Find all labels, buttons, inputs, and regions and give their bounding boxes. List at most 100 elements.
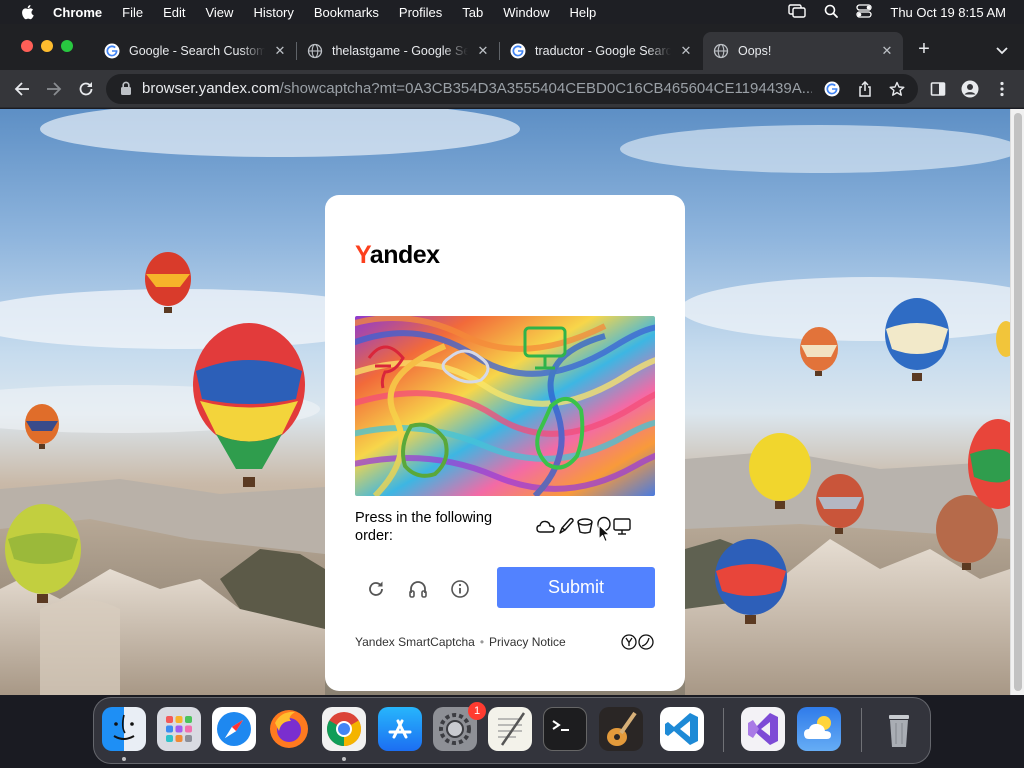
tab-oops-active[interactable]: Oops! ✕: [703, 32, 903, 70]
apple-icon[interactable]: [17, 4, 37, 20]
tab-strip: Google - Search Custom ✕ thelastgame - G…: [0, 24, 1024, 70]
menu-tab[interactable]: Tab: [462, 5, 483, 20]
macos-dock: [93, 697, 931, 764]
screen-mirroring-icon[interactable]: [788, 3, 807, 21]
captcha-footer: Yandex SmartCaptcha • Privacy Notice: [355, 635, 566, 649]
headphones-icon: [409, 581, 427, 598]
menu-edit[interactable]: Edit: [163, 5, 185, 20]
finder-icon[interactable]: [102, 707, 146, 751]
tab-close-icon[interactable]: ✕: [879, 43, 895, 59]
spotlight-search-icon[interactable]: [824, 4, 839, 21]
pencil-icon: [559, 517, 574, 534]
info-icon: [451, 580, 469, 598]
tab-title: thelastgame - Google Search: [332, 44, 468, 58]
tab-thelastgame[interactable]: thelastgame - Google Search ✕: [297, 32, 500, 70]
reload-button[interactable]: [76, 79, 96, 99]
tab-title: Google - Search Custom: [129, 44, 265, 58]
menu-file[interactable]: File: [122, 5, 143, 20]
launchpad-icon[interactable]: [157, 707, 201, 751]
footer-separator: •: [479, 635, 485, 649]
globe-icon: [307, 43, 323, 59]
mouse-cursor-icon: [598, 524, 611, 543]
tab-title: traductor - Google Search: [535, 44, 671, 58]
dock-separator: [861, 708, 862, 752]
smartcaptcha-brand-link[interactable]: Yandex SmartCaptcha: [355, 635, 475, 649]
share-icon[interactable]: [857, 81, 873, 97]
vscode-icon[interactable]: [660, 707, 704, 751]
captcha-image-canvas[interactable]: [355, 316, 655, 496]
dock-separator: [723, 708, 724, 752]
yandex-cloud-logos: [621, 634, 654, 650]
app-store-icon[interactable]: [378, 707, 422, 751]
forward-button[interactable]: [44, 79, 64, 99]
window-zoom-button[interactable]: [61, 40, 73, 52]
page-viewport: Yandex Press in the following order: Sub…: [0, 109, 1024, 695]
tab-close-icon[interactable]: ✕: [272, 43, 288, 59]
scrollbar-thumb[interactable]: [1014, 113, 1022, 691]
menu-profiles[interactable]: Profiles: [399, 5, 442, 20]
weather-icon[interactable]: [797, 707, 841, 751]
window-close-button[interactable]: [21, 40, 33, 52]
tab-search-chevron-icon[interactable]: [994, 42, 1010, 58]
menu-bar: Chrome File Edit View History Bookmarks …: [0, 0, 1024, 24]
menu-bookmarks[interactable]: Bookmarks: [314, 5, 379, 20]
tab-title: Oops!: [738, 44, 772, 58]
address-bar[interactable]: browser.yandex.com/showcaptcha?mt=0A3CB3…: [106, 74, 918, 104]
balloon-decoration: [25, 404, 59, 449]
finder-running-indicator: [122, 757, 126, 761]
visual-studio-icon[interactable]: [741, 707, 785, 751]
chrome-running-indicator: [342, 757, 346, 761]
system-settings-notification-badge: 1: [468, 702, 486, 720]
privacy-notice-link[interactable]: Privacy Notice: [489, 635, 566, 649]
monitor-icon: [613, 518, 631, 535]
menubar-clock[interactable]: Thu Oct 19 8:15 AM: [890, 5, 1006, 20]
refresh-icon: [369, 581, 383, 596]
menu-help[interactable]: Help: [570, 5, 597, 20]
lock-icon[interactable]: [120, 81, 132, 101]
profile-avatar-icon[interactable]: [960, 79, 980, 99]
window-minimize-button[interactable]: [41, 40, 53, 52]
captcha-card: Yandex Press in the following order: Sub…: [325, 195, 685, 691]
refresh-captcha-button[interactable]: [365, 578, 387, 600]
safari-icon[interactable]: [212, 707, 256, 751]
tab-traductor[interactable]: traductor - Google Search ✕: [500, 32, 702, 70]
page-scrollbar[interactable]: [1010, 109, 1024, 695]
info-captcha-button[interactable]: [449, 578, 471, 600]
menu-history[interactable]: History: [253, 5, 293, 20]
more-menu-icon[interactable]: [992, 79, 1012, 99]
menu-view[interactable]: View: [205, 5, 233, 20]
trash-icon[interactable]: [877, 707, 921, 751]
control-center-icon[interactable]: [856, 3, 873, 21]
tab-google-search-custom[interactable]: Google - Search Custom ✕: [94, 32, 297, 70]
terminal-icon[interactable]: [543, 707, 587, 751]
menu-app-chrome[interactable]: Chrome: [53, 5, 102, 20]
browser-toolbar: browser.yandex.com/showcaptcha?mt=0A3CB3…: [0, 70, 1024, 108]
google-icon: [104, 43, 120, 59]
captcha-image[interactable]: [355, 316, 655, 496]
new-tab-button[interactable]: +: [914, 39, 934, 60]
balloon-decoration: [193, 323, 305, 487]
tab-close-icon[interactable]: ✕: [678, 43, 694, 59]
audio-captcha-button[interactable]: [407, 578, 429, 600]
chrome-icon[interactable]: [322, 707, 366, 751]
captcha-hint-icons: [536, 516, 631, 536]
cloud-icon: [536, 520, 555, 533]
submit-button[interactable]: Submit: [497, 567, 655, 608]
balloon-decoration: [885, 298, 949, 381]
bucket-icon: [577, 518, 593, 534]
menu-window[interactable]: Window: [503, 5, 549, 20]
bookmark-star-icon[interactable]: [889, 81, 905, 97]
firefox-icon[interactable]: [267, 707, 311, 751]
tab-close-icon[interactable]: ✕: [475, 43, 491, 59]
google-lens-icon[interactable]: [824, 81, 840, 97]
url-host: browser.yandex.com: [142, 80, 280, 97]
back-button[interactable]: [12, 79, 32, 99]
address-bar-url[interactable]: browser.yandex.com/showcaptcha?mt=0A3CB3…: [142, 80, 812, 97]
yandex-logo: Yandex: [355, 241, 440, 269]
globe-icon: [713, 43, 729, 59]
balloon-decoration: [800, 327, 838, 376]
side-panel-icon[interactable]: [928, 79, 948, 99]
textedit-icon[interactable]: [488, 707, 532, 751]
garageband-icon[interactable]: [599, 707, 643, 751]
url-path: /showcaptcha?mt=0A3CB354D3A3555404CEBD0C…: [279, 80, 812, 97]
